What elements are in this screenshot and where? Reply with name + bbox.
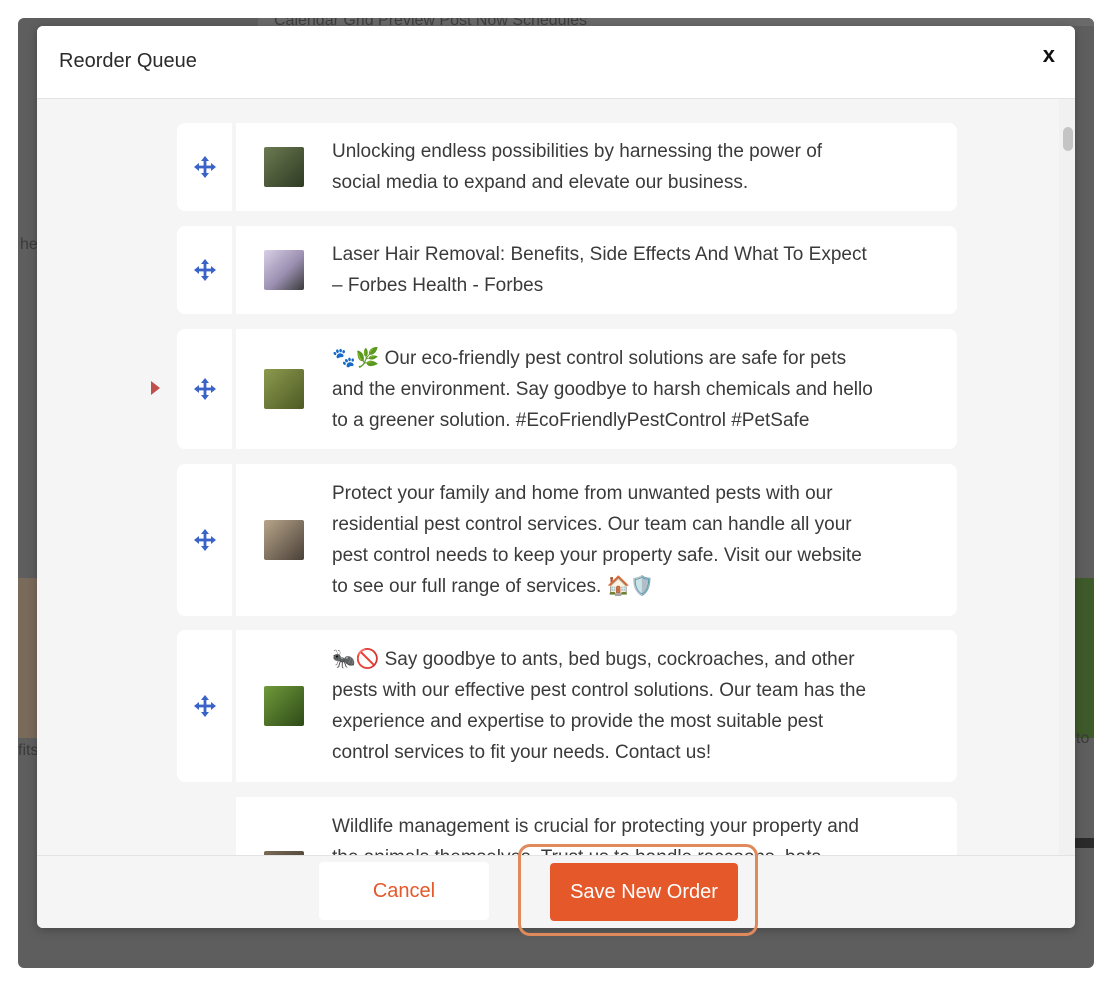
queue-item-content: 🐜🚫 Say goodbye to ants, bed bugs, cockro… (236, 630, 957, 782)
queue-item-content: Protect your family and home from unwant… (236, 464, 957, 616)
background-fragment-left-2: fits (18, 742, 39, 759)
background-fragment-right: to (1076, 730, 1090, 747)
insect-on-leaf-photo (264, 686, 304, 726)
queue-item[interactable]: 🐾🌿 Our eco-friendly pest control solutio… (151, 329, 957, 449)
save-new-order-button[interactable]: Save New Order (550, 863, 738, 921)
queue-item[interactable]: 🐜🚫 Say goodbye to ants, bed bugs, cockro… (177, 630, 957, 782)
queue-item-content: Unlocking endless possibilities by harne… (236, 123, 957, 211)
reorder-queue-modal: Reorder Queue x Unlocking endless possib… (37, 26, 1075, 928)
cancel-button[interactable]: Cancel (319, 862, 489, 920)
technician-spraying-photo (264, 520, 304, 560)
queue-item-text: 🐜🚫 Say goodbye to ants, bed bugs, cockro… (332, 649, 867, 763)
background-photo-right (1075, 578, 1094, 738)
queue-item-content: Wildlife management is crucial for prote… (236, 797, 957, 855)
move-icon (193, 378, 216, 400)
queue-item-text: Unlocking endless possibilities by harne… (332, 141, 823, 193)
queue-list: Unlocking endless possibilities by harne… (37, 99, 1075, 855)
queue-item[interactable]: Laser Hair Removal: Benefits, Side Effec… (177, 226, 957, 314)
background-photo-left (18, 578, 38, 738)
drag-handle[interactable] (177, 464, 232, 616)
background-divider (1075, 838, 1094, 848)
queue-item[interactable]: Wildlife management is crucial for prote… (177, 797, 957, 855)
drag-handle[interactable] (177, 226, 232, 314)
move-icon (193, 695, 216, 717)
move-icon (193, 156, 216, 178)
woman-face-photo (264, 250, 304, 290)
queue-item-text: Wildlife management is crucial for prote… (332, 816, 859, 855)
current-position-marker (151, 381, 160, 395)
drag-handle[interactable] (177, 123, 232, 211)
move-icon (193, 529, 216, 551)
queue-item[interactable]: Unlocking endless possibilities by harne… (177, 123, 957, 211)
grass-field-photo (264, 369, 304, 409)
modal-header: Reorder Queue x (37, 26, 1075, 99)
person-with-camera-photo (264, 147, 304, 187)
drag-handle[interactable] (177, 329, 232, 449)
scrollbar-thumb[interactable] (1063, 127, 1073, 151)
modal-footer: Cancel Save New Order (37, 855, 1075, 928)
queue-item-text: 🐾🌿 Our eco-friendly pest control solutio… (332, 347, 873, 431)
queue-item-text: Laser Hair Removal: Benefits, Side Effec… (332, 244, 867, 296)
queue-item-text: Protect your family and home from unwant… (332, 483, 862, 597)
drag-handle[interactable] (177, 630, 232, 782)
queue-item[interactable]: Protect your family and home from unwant… (177, 464, 957, 616)
background-fragment-left-1: he (20, 236, 38, 253)
modal-title: Reorder Queue (59, 50, 197, 72)
queue-scrollbar[interactable] (1059, 99, 1075, 855)
close-button[interactable]: x (1043, 42, 1055, 68)
move-icon (193, 259, 216, 281)
queue-item-content: 🐾🌿 Our eco-friendly pest control solutio… (236, 329, 957, 449)
queue-item-content: Laser Hair Removal: Benefits, Side Effec… (236, 226, 957, 314)
